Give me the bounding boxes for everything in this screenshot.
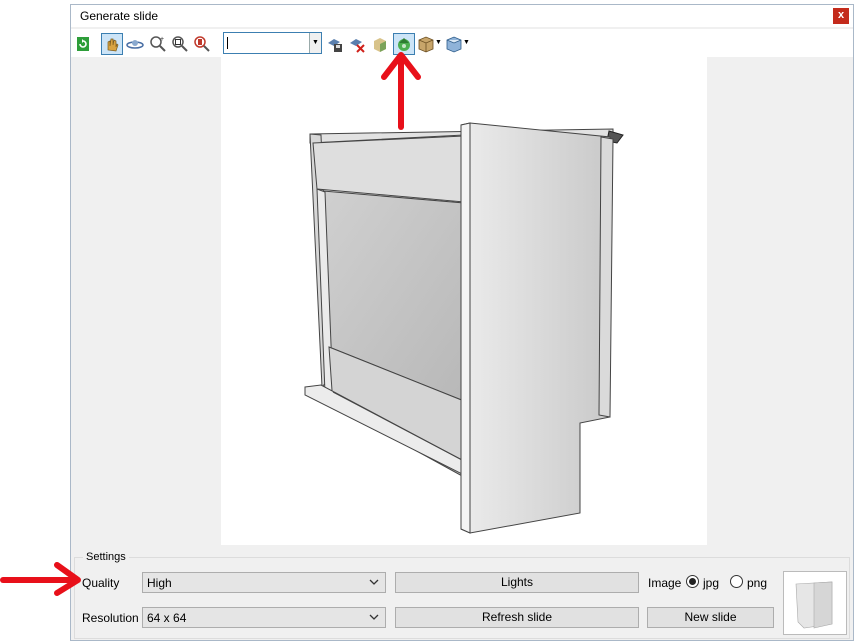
render-icon[interactable] (393, 33, 415, 55)
camera-save-icon[interactable] (326, 35, 344, 53)
toolbar: + ▼ ▼ ▼ (71, 29, 853, 57)
text-caret (227, 37, 228, 49)
slide-thumbnail (783, 571, 847, 635)
pan-hand-icon[interactable] (101, 33, 123, 55)
camera-delete-icon[interactable] (348, 35, 366, 53)
iso-view-icon[interactable] (445, 35, 463, 53)
refresh-icon[interactable] (74, 35, 92, 53)
iso-view-dropdown-icon[interactable]: ▼ (463, 39, 470, 46)
svg-text:+: + (160, 36, 164, 43)
resolution-select[interactable]: 64 x 64 (142, 607, 386, 628)
annotation-arrow-right (0, 562, 81, 596)
zoom-window-icon[interactable] (171, 35, 189, 53)
resolution-label: Resolution (82, 611, 139, 625)
quality-label: Quality (82, 576, 120, 590)
view-combo[interactable]: ▼ (223, 32, 322, 54)
jpg-radio[interactable] (686, 575, 699, 588)
chevron-down-icon (369, 614, 379, 620)
chevron-down-icon[interactable]: ▼ (309, 33, 321, 53)
resolution-value: 64 x 64 (147, 611, 187, 625)
orbit-icon[interactable] (126, 35, 144, 53)
window-title: Generate slide (80, 9, 159, 23)
box-view-dropdown-icon[interactable]: ▼ (435, 39, 442, 46)
refresh-slide-button[interactable]: Refresh slide (395, 607, 639, 628)
zoom-in-icon[interactable]: + (149, 35, 167, 53)
lights-button[interactable]: Lights (395, 572, 639, 593)
quality-value: High (147, 576, 172, 590)
box-view-icon[interactable] (417, 35, 435, 53)
quality-select[interactable]: High (142, 572, 386, 593)
shade-icon[interactable] (371, 35, 389, 53)
close-button[interactable]: x (833, 8, 849, 24)
settings-legend: Settings (83, 551, 129, 563)
png-radio[interactable] (730, 575, 743, 588)
model-viewport[interactable] (221, 57, 707, 545)
title-bar: Generate slide x (71, 5, 853, 27)
new-slide-button[interactable]: New slide (647, 607, 774, 628)
image-format-label: Image (648, 576, 682, 590)
chevron-down-icon (369, 579, 379, 585)
generate-slide-window: Generate slide x + ▼ ▼ ▼ Settings Qualit… (70, 4, 854, 641)
cabinet-model (304, 122, 624, 534)
png-radio-label: png (747, 576, 768, 590)
jpg-radio-label: jpg (703, 576, 720, 590)
zoom-extents-icon[interactable] (193, 35, 211, 53)
